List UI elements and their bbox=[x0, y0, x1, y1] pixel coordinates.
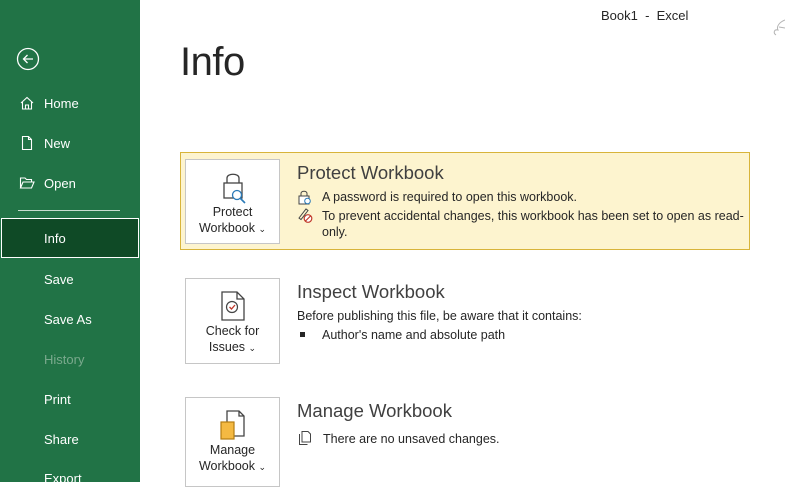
backstage-sidebar: Home New Open Info Save Save As History … bbox=[0, 0, 140, 486]
manage-status-text: There are no unsaved changes. bbox=[323, 432, 500, 446]
protect-tile-label-2: Workbook ⌄ bbox=[198, 221, 267, 235]
nav-share-label: Share bbox=[44, 431, 79, 447]
inspect-tile-label-2: Issues ⌄ bbox=[208, 340, 257, 354]
protect-workbook-button[interactable]: Protect Workbook ⌄ bbox=[185, 159, 280, 244]
nav-new-label: New bbox=[44, 135, 71, 151]
nav-open[interactable]: Open bbox=[0, 164, 140, 202]
nav-save-as-label: Save As bbox=[44, 311, 92, 327]
nav-export[interactable]: Export bbox=[0, 459, 140, 497]
protect-password-text: A password is required to open this work… bbox=[322, 190, 577, 204]
inspect-tile-label-1: Check for bbox=[205, 324, 260, 338]
new-document-icon bbox=[21, 135, 33, 151]
back-arrow-icon[interactable] bbox=[16, 47, 40, 71]
nav-save-label: Save bbox=[44, 271, 74, 287]
nav-info[interactable]: Info bbox=[1, 218, 139, 258]
chevron-down-icon: ⌄ bbox=[258, 224, 267, 234]
page-title: Info bbox=[180, 40, 245, 84]
inspect-workbook-title: Inspect Workbook bbox=[297, 281, 445, 302]
edit-prohibited-icon bbox=[298, 208, 313, 223]
nav-info-label: Info bbox=[44, 230, 66, 246]
manage-workbook-button[interactable]: Manage Workbook ⌄ bbox=[185, 397, 280, 487]
nav-share[interactable]: Share bbox=[0, 420, 140, 458]
manage-document-icon bbox=[220, 410, 245, 440]
check-for-issues-button[interactable]: Check for Issues ⌄ bbox=[185, 278, 280, 364]
nav-home-label: Home bbox=[44, 95, 79, 111]
protect-readonly-text-1: To prevent accidental changes, this work… bbox=[322, 209, 744, 223]
protect-readonly-text-2: only. bbox=[322, 225, 348, 239]
nav-home[interactable]: Home bbox=[0, 84, 140, 122]
nav-export-label: Export bbox=[44, 470, 82, 486]
window-title: Book1 - Excel bbox=[601, 8, 689, 23]
manage-tile-label-2: Workbook ⌄ bbox=[198, 459, 267, 473]
lock-search-icon bbox=[298, 190, 311, 205]
inspect-bullet-item: Author's name and absolute path bbox=[322, 328, 506, 342]
folder-open-icon bbox=[19, 177, 35, 189]
bullet-marker bbox=[300, 332, 305, 337]
nav-new[interactable]: New bbox=[0, 124, 140, 162]
nav-history-label: History bbox=[44, 351, 85, 367]
nav-print[interactable]: Print bbox=[0, 380, 140, 418]
inspect-document-icon bbox=[221, 291, 245, 321]
inspect-description: Before publishing this file, be aware th… bbox=[297, 309, 582, 323]
lock-key-icon bbox=[223, 173, 246, 204]
nav-history: History bbox=[0, 340, 140, 378]
protect-tile-label-1: Protect bbox=[212, 205, 253, 219]
home-icon bbox=[20, 96, 34, 110]
protect-workbook-title: Protect Workbook bbox=[297, 162, 444, 183]
manage-workbook-title: Manage Workbook bbox=[297, 400, 452, 421]
decorative-leaf-icon bbox=[773, 19, 785, 36]
nav-open-label: Open bbox=[44, 175, 76, 191]
chevron-down-icon: ⌄ bbox=[248, 343, 257, 353]
sidebar-divider bbox=[18, 210, 120, 211]
manage-tile-label-1: Manage bbox=[209, 443, 256, 457]
chevron-down-icon: ⌄ bbox=[258, 462, 267, 472]
nav-save[interactable]: Save bbox=[0, 260, 140, 298]
document-versions-icon bbox=[299, 431, 311, 445]
nav-print-label: Print bbox=[44, 391, 71, 407]
nav-save-as[interactable]: Save As bbox=[0, 300, 140, 338]
